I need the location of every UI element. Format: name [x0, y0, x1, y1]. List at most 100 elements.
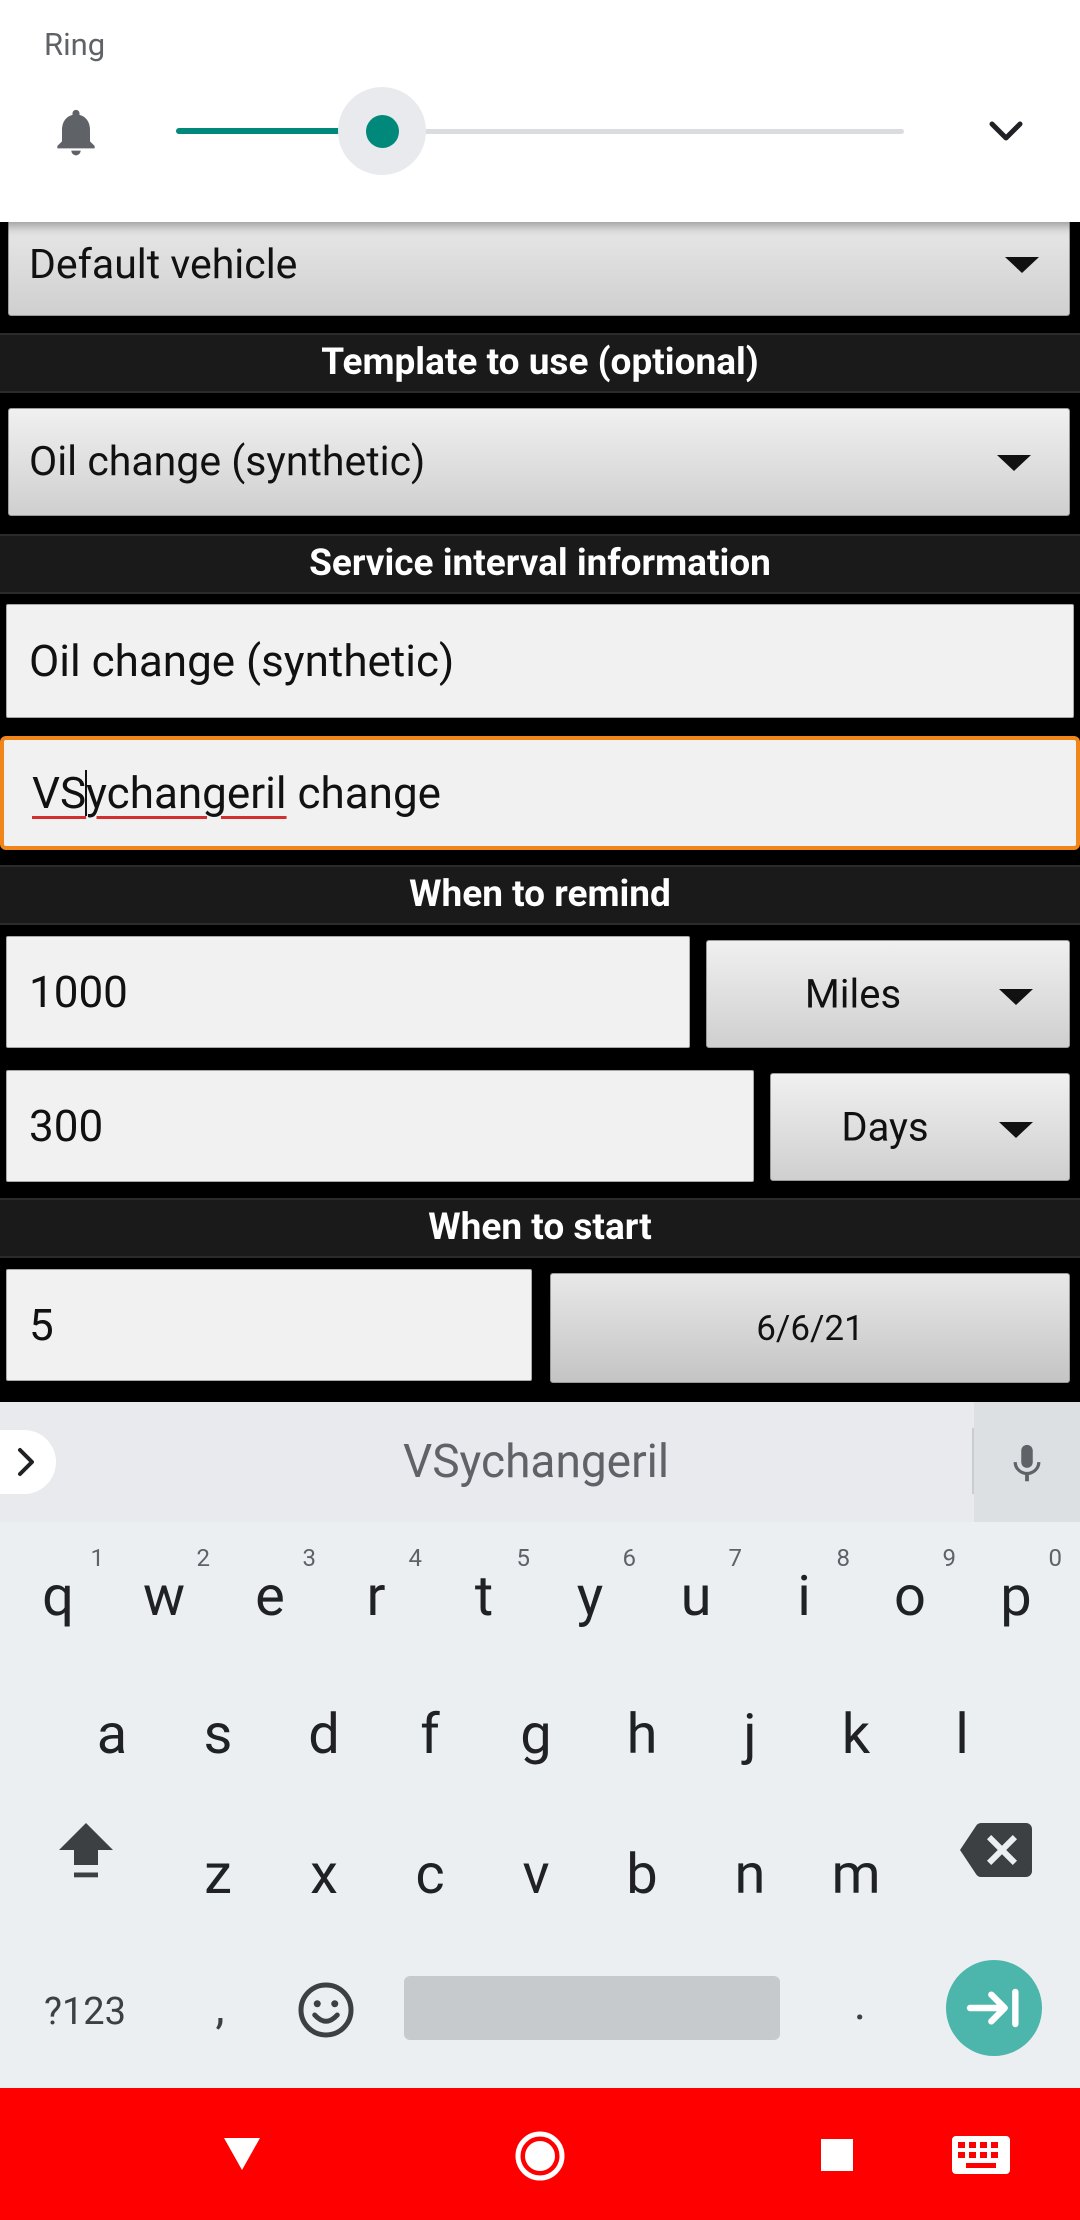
- chevron-down-icon[interactable]: [986, 116, 1026, 146]
- emoji-smiley-icon: [298, 1982, 354, 2038]
- key-f[interactable]: f: [380, 1674, 480, 1794]
- soft-keyboard: VSychangeril q1w2e3r4t5y6u7i8o9p0 asdfgh…: [0, 1402, 1080, 2088]
- interval-header: Service interval information: [0, 534, 1080, 594]
- service-name-value: Oil change (synthetic): [29, 635, 455, 687]
- key-label: r: [366, 1563, 386, 1629]
- key-label: q: [42, 1563, 74, 1629]
- key-p[interactable]: p0: [966, 1536, 1066, 1656]
- key-x[interactable]: x: [274, 1814, 374, 1934]
- days-value: 300: [29, 1100, 104, 1152]
- key-label: p: [1000, 1563, 1032, 1629]
- key-e[interactable]: e3: [220, 1536, 320, 1656]
- key-hint-number: 8: [836, 1544, 851, 1572]
- backspace-icon: [960, 1823, 1032, 1877]
- key-label: t: [474, 1563, 494, 1629]
- dropdown-arrow-icon: [1005, 257, 1039, 273]
- tab-next-icon: [966, 1988, 1019, 2028]
- key-hint-number: 2: [196, 1544, 211, 1572]
- shift-key[interactable]: [36, 1800, 136, 1900]
- miles-unit-select[interactable]: Miles: [706, 940, 1070, 1048]
- key-v[interactable]: v: [486, 1814, 586, 1934]
- key-k[interactable]: k: [806, 1674, 906, 1794]
- key-n[interactable]: n: [700, 1814, 800, 1934]
- key-hint-number: 9: [942, 1544, 957, 1572]
- days-field[interactable]: 300: [6, 1070, 754, 1182]
- navigation-bar: [0, 2088, 1080, 2220]
- key-hint-number: 1: [90, 1544, 105, 1572]
- back-triangle-icon[interactable]: [222, 2136, 262, 2172]
- key-hint-number: 7: [728, 1544, 743, 1572]
- service-name-field[interactable]: Oil change (synthetic): [6, 604, 1074, 718]
- recents-square-icon[interactable]: [820, 2138, 854, 2172]
- key-c[interactable]: c: [380, 1814, 480, 1934]
- key-g[interactable]: g: [486, 1674, 586, 1794]
- key-hint-number: 4: [408, 1544, 423, 1572]
- notes-text-rest: change: [286, 767, 441, 819]
- key-label: u: [680, 1563, 712, 1629]
- key-label: e: [255, 1563, 285, 1629]
- key-w[interactable]: w2: [114, 1536, 214, 1656]
- start-header: When to start: [0, 1198, 1080, 1258]
- key-label: o: [894, 1563, 926, 1629]
- volume-slider-thumb[interactable]: [366, 115, 399, 148]
- miles-unit-value: Miles: [804, 970, 902, 1018]
- microphone-icon: [1013, 1444, 1041, 1482]
- start-value-field[interactable]: 5: [6, 1269, 532, 1381]
- notes-text-before-cursor: VS: [32, 767, 87, 819]
- start-value: 5: [29, 1299, 54, 1351]
- volume-stream-label: Ring: [44, 26, 106, 63]
- days-unit-select[interactable]: Days: [770, 1073, 1070, 1181]
- key-t[interactable]: t5: [434, 1536, 534, 1656]
- key-l[interactable]: l: [912, 1674, 1012, 1794]
- suggestion-word[interactable]: VSychangeril: [56, 1402, 1016, 1522]
- voice-input-button[interactable]: [974, 1402, 1080, 1522]
- key-a[interactable]: a: [62, 1674, 162, 1794]
- key-m[interactable]: m: [806, 1814, 906, 1934]
- miles-value: 1000: [29, 966, 128, 1018]
- space-bar[interactable]: [404, 1976, 780, 2040]
- key-hint-number: 3: [302, 1544, 317, 1572]
- backspace-key[interactable]: [946, 1800, 1046, 1900]
- template-select[interactable]: Oil change (synthetic): [8, 408, 1070, 516]
- screen: Ring Default vehicle Template to use (op…: [0, 0, 1080, 2220]
- key-o[interactable]: o9: [860, 1536, 960, 1656]
- bell-icon[interactable]: [48, 100, 104, 164]
- key-u[interactable]: u7: [646, 1536, 746, 1656]
- keyboard-switch-icon[interactable]: [952, 2136, 1010, 2174]
- key-r[interactable]: r4: [326, 1536, 426, 1656]
- comma-key[interactable]: ,: [180, 1958, 260, 2058]
- emoji-key[interactable]: [284, 1962, 368, 2062]
- volume-panel: Ring: [0, 0, 1080, 222]
- key-hint-number: 5: [516, 1544, 531, 1572]
- key-hint-number: 0: [1048, 1544, 1063, 1572]
- dropdown-arrow-icon: [999, 1122, 1033, 1138]
- days-unit-value: Days: [841, 1103, 929, 1151]
- remind-header: When to remind: [0, 865, 1080, 925]
- key-z[interactable]: z: [168, 1814, 268, 1934]
- key-s[interactable]: s: [168, 1674, 268, 1794]
- key-d[interactable]: d: [274, 1674, 374, 1794]
- service-notes-value: VSychangeril change: [32, 767, 441, 819]
- suggestion-strip: VSychangeril: [0, 1402, 1080, 1522]
- key-y[interactable]: y6: [540, 1536, 640, 1656]
- service-notes-field[interactable]: VSychangeril change: [0, 736, 1080, 850]
- home-circle-icon[interactable]: [514, 2130, 566, 2182]
- shift-arrow-icon: [59, 1823, 113, 1878]
- key-label: w: [142, 1563, 186, 1629]
- key-b[interactable]: b: [592, 1814, 692, 1934]
- period-key[interactable]: .: [820, 1954, 900, 2054]
- symbols-key[interactable]: ?123: [20, 1962, 150, 2062]
- dropdown-arrow-icon: [997, 455, 1031, 471]
- next-field-key[interactable]: [946, 1960, 1042, 2056]
- key-i[interactable]: i8: [754, 1536, 854, 1656]
- key-h[interactable]: h: [592, 1674, 692, 1794]
- expand-toolbar-button[interactable]: [0, 1430, 56, 1494]
- key-q[interactable]: q1: [8, 1536, 108, 1656]
- key-hint-number: 6: [622, 1544, 637, 1572]
- miles-field[interactable]: 1000: [6, 936, 690, 1048]
- chevron-right-icon: [18, 1448, 34, 1476]
- key-j[interactable]: j: [700, 1674, 800, 1794]
- dropdown-arrow-icon: [999, 989, 1033, 1005]
- key-label: i: [797, 1563, 811, 1629]
- start-date-button[interactable]: 6/6/21: [550, 1273, 1070, 1383]
